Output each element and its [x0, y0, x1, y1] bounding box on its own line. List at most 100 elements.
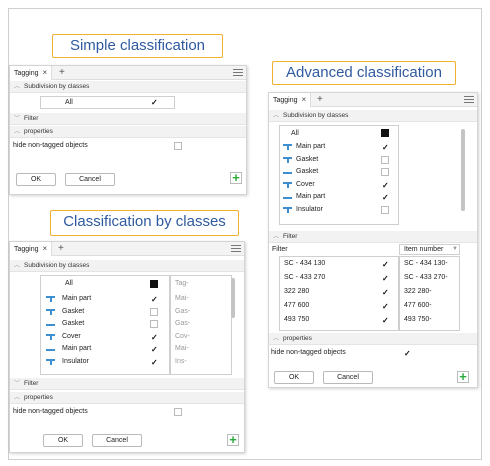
- cancel-button[interactable]: Cancel: [65, 173, 115, 186]
- hide-untagged-checkbox[interactable]: ✓: [403, 349, 411, 358]
- close-icon[interactable]: ×: [302, 95, 307, 104]
- ok-button[interactable]: OK: [274, 371, 314, 384]
- tab-label: Tagging: [14, 70, 39, 77]
- class-checkbox[interactable]: ✓: [150, 332, 158, 341]
- hide-untagged-checkbox[interactable]: [174, 142, 182, 150]
- class-name: Insulator: [62, 357, 89, 365]
- item-number-header[interactable]: Item number: [404, 246, 443, 253]
- tab-label: Tagging: [273, 97, 298, 104]
- section-label: Subdivision by classes: [283, 112, 349, 119]
- class-checkbox[interactable]: ✓: [381, 193, 389, 202]
- add-tab-icon[interactable]: +: [59, 66, 65, 80]
- section-subdivision[interactable]: ︿ Subdivision by classes: [269, 110, 477, 122]
- section-label: Filter: [24, 115, 39, 122]
- hamburger-menu-icon[interactable]: [233, 69, 243, 77]
- tab-bar: Tagging × +: [10, 242, 244, 256]
- cancel-button[interactable]: Cancel: [323, 371, 373, 384]
- class-checkbox[interactable]: ✓: [150, 345, 158, 354]
- beam-icon: [283, 206, 292, 213]
- hamburger-menu-icon[interactable]: [231, 245, 241, 253]
- item-number-value: SC - 434 130-: [404, 260, 448, 267]
- hamburger-menu-icon[interactable]: [464, 96, 474, 104]
- cancel-button[interactable]: Cancel: [92, 434, 142, 447]
- classes-scrollbar[interactable]: [461, 129, 465, 211]
- class-checkbox[interactable]: [150, 307, 158, 316]
- class-name: Main part: [296, 143, 326, 150]
- beam-icon: [283, 144, 292, 150]
- section-filter[interactable]: ︿ Filter: [269, 231, 477, 243]
- plate-icon: [283, 169, 292, 175]
- add-tab-icon[interactable]: +: [317, 93, 323, 107]
- tab-tagging[interactable]: Tagging ×: [10, 66, 53, 80]
- beam-icon: [46, 358, 55, 365]
- filter-value: SC - 433 270: [284, 274, 326, 281]
- tab-label: Tagging: [14, 246, 39, 253]
- chevron-up-icon: ︿: [14, 263, 21, 269]
- class-checkbox[interactable]: [381, 168, 389, 176]
- class-checkbox[interactable]: [381, 205, 389, 214]
- chevron-up-icon: ︿: [14, 395, 21, 401]
- item-number-value: 322 280-: [404, 288, 432, 295]
- close-icon[interactable]: ×: [43, 244, 48, 253]
- plate-icon: [46, 346, 55, 352]
- class-checkbox[interactable]: ✓: [381, 316, 389, 325]
- section-properties[interactable]: ︿ properties: [10, 126, 246, 138]
- chevron-down-icon[interactable]: ▼: [452, 246, 458, 252]
- section-subdivision[interactable]: ︿ Subdivision by classes: [10, 260, 244, 272]
- chevron-down-icon: ﹀: [14, 116, 21, 122]
- hide-untagged-checkbox[interactable]: [174, 408, 182, 416]
- section-label: properties: [24, 394, 53, 401]
- tag-value: Mai-: [175, 345, 189, 352]
- chevron-down-icon: ﹀: [14, 381, 21, 387]
- class-name: Main part: [296, 193, 326, 200]
- advanced-tagging-panel: Tagging × + ︿ Subdivision by classes All M…: [268, 92, 478, 388]
- ok-button[interactable]: OK: [16, 173, 56, 186]
- class-checkbox[interactable]: ✓: [381, 274, 389, 283]
- tab-bar: Tagging × +: [10, 66, 246, 80]
- tag-value: Ins-: [175, 357, 187, 365]
- callout-simple-classification: Simple classification: [52, 34, 223, 58]
- class-checkbox[interactable]: ✓: [381, 302, 389, 311]
- class-checkbox[interactable]: ✓: [381, 143, 389, 152]
- all-checkbox[interactable]: ✓: [150, 98, 158, 107]
- add-icon[interactable]: +: [230, 171, 242, 184]
- item-number-value: 493 750-: [404, 316, 432, 323]
- add-icon[interactable]: +: [227, 433, 239, 446]
- class-name: Gasket: [296, 155, 319, 163]
- class-name: Main part: [62, 295, 92, 302]
- tag-value: Mai-: [175, 295, 189, 302]
- add-tab-icon[interactable]: +: [58, 242, 64, 256]
- class-checkbox[interactable]: [381, 155, 389, 164]
- section-subdivision[interactable]: ︿ Subdivision by classes: [10, 81, 246, 93]
- filter-value: SC - 434 130: [284, 260, 326, 267]
- class-checkbox[interactable]: ✓: [381, 180, 389, 189]
- section-filter[interactable]: ﹀ Filter: [10, 378, 244, 390]
- tab-tagging[interactable]: Tagging ×: [269, 93, 312, 107]
- all-checkbox[interactable]: [381, 129, 389, 137]
- class-name: Insulator: [296, 205, 323, 213]
- callout-classification-by-classes: Classification by classes: [50, 210, 239, 236]
- class-name: Gasket: [62, 320, 85, 327]
- class-checkbox[interactable]: ✓: [150, 295, 158, 304]
- section-properties[interactable]: ︿ properties: [10, 392, 244, 404]
- class-checkbox[interactable]: ✓: [150, 357, 158, 366]
- tag-column-header: Tag-: [175, 280, 189, 287]
- add-icon[interactable]: +: [457, 370, 469, 383]
- class-checkbox[interactable]: ✓: [381, 260, 389, 269]
- class-checkbox[interactable]: ✓: [381, 288, 389, 297]
- section-filter[interactable]: ﹀ Filter: [10, 113, 246, 125]
- all-checkbox[interactable]: [150, 280, 158, 288]
- section-properties[interactable]: ︿ properties: [269, 333, 477, 345]
- classes-scrollbar[interactable]: [231, 278, 235, 318]
- ok-button[interactable]: OK: [43, 434, 83, 447]
- class-name: Gasket: [62, 307, 85, 315]
- classes-tagging-panel: Tagging × + ︿ Subdivision by classes All T…: [9, 241, 245, 453]
- tab-tagging[interactable]: Tagging ×: [10, 242, 53, 256]
- chevron-up-icon: ︿: [273, 113, 280, 119]
- filter-column-header: Filter: [272, 246, 288, 253]
- beam-icon: [283, 181, 292, 188]
- close-icon[interactable]: ×: [43, 68, 48, 77]
- section-label: Filter: [283, 233, 298, 240]
- class-checkbox[interactable]: [150, 320, 158, 328]
- tag-value: Cov-: [175, 332, 190, 340]
